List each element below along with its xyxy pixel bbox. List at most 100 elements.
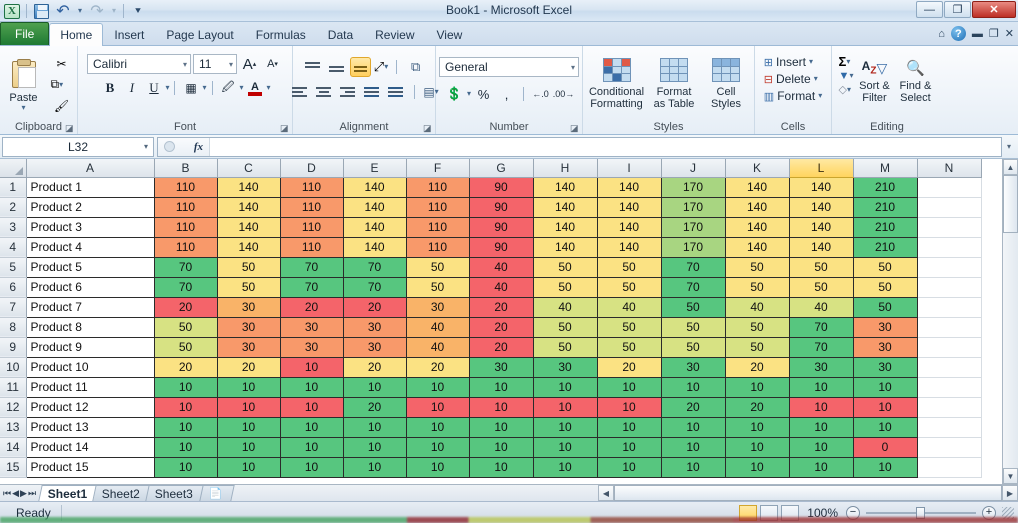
cell-g2[interactable]: 90: [468, 196, 534, 218]
column-header-m[interactable]: M: [853, 159, 918, 178]
clear-button[interactable]: ◇ ▾: [839, 83, 854, 96]
comma-style-button[interactable]: ,: [496, 84, 517, 104]
fill-color-dropdown-icon[interactable]: ▾: [240, 84, 244, 92]
cell-n6[interactable]: [917, 277, 982, 298]
cell-k15[interactable]: 10: [724, 456, 790, 478]
cell-b11[interactable]: 10: [153, 376, 218, 398]
cell-h14[interactable]: 10: [532, 436, 598, 458]
cell-k11[interactable]: 10: [724, 376, 790, 398]
cell-a9[interactable]: Product 9: [25, 336, 155, 358]
cell-m9[interactable]: 30: [852, 336, 918, 358]
cell-c9[interactable]: 30: [216, 336, 281, 358]
cell-c2[interactable]: 140: [216, 196, 281, 218]
cell-l8[interactable]: 70: [788, 316, 854, 338]
column-header-h[interactable]: H: [533, 159, 598, 178]
first-sheet-button[interactable]: ⏮: [3, 488, 11, 499]
cell-i4[interactable]: 140: [596, 236, 662, 258]
cell-c7[interactable]: 30: [216, 296, 281, 318]
row-header-10[interactable]: 10: [0, 357, 27, 378]
cell-k9[interactable]: 50: [724, 336, 790, 358]
row-header-6[interactable]: 6: [0, 277, 27, 298]
cell-j4[interactable]: 170: [660, 236, 726, 258]
find-select-button[interactable]: 🔍 Find & Select: [895, 54, 935, 104]
row-header-14[interactable]: 14: [0, 437, 27, 458]
cell-j15[interactable]: 10: [660, 456, 726, 478]
row-header-3[interactable]: 3: [0, 217, 27, 238]
cell-a13[interactable]: Product 13: [25, 416, 155, 438]
font-size-select[interactable]: 11 ▾: [193, 54, 237, 74]
cell-i1[interactable]: 140: [596, 176, 662, 198]
cell-l12[interactable]: 10: [788, 396, 854, 418]
format-cells-button[interactable]: ▥ Format ▾: [764, 89, 822, 103]
font-color-icon[interactable]: A: [245, 78, 266, 98]
cell-c3[interactable]: 140: [216, 216, 281, 238]
underline-dropdown-icon[interactable]: ▾: [165, 84, 169, 92]
cell-h15[interactable]: 10: [532, 456, 598, 478]
cell-i2[interactable]: 140: [596, 196, 662, 218]
format-as-table-button[interactable]: Format as Table: [648, 53, 700, 110]
cell-l11[interactable]: 10: [788, 376, 854, 398]
cell-c10[interactable]: 20: [216, 356, 281, 378]
cell-i3[interactable]: 140: [596, 216, 662, 238]
row-header-7[interactable]: 7: [0, 297, 27, 318]
row-header-12[interactable]: 12: [0, 397, 27, 418]
sort-filter-button[interactable]: AZ ▽ Sort & Filter: [855, 54, 893, 104]
cell-b3[interactable]: 110: [153, 216, 218, 238]
horizontal-scroll-thumb[interactable]: [614, 485, 1002, 501]
cell-d5[interactable]: 70: [279, 256, 344, 278]
cell-e11[interactable]: 10: [342, 376, 407, 398]
cell-k13[interactable]: 10: [724, 416, 790, 438]
cell-k2[interactable]: 140: [724, 196, 790, 218]
conditional-formatting-button[interactable]: Conditional Formatting: [589, 53, 644, 110]
row-header-4[interactable]: 4: [0, 237, 27, 258]
cell-k3[interactable]: 140: [724, 216, 790, 238]
orientation-icon[interactable]: ⤢ ▾: [374, 59, 388, 75]
cell-g12[interactable]: 10: [468, 396, 534, 418]
paste-button[interactable]: Paste ▾: [0, 58, 51, 112]
cell-a10[interactable]: Product 10: [25, 356, 155, 378]
cell-b14[interactable]: 10: [153, 436, 218, 458]
cell-n11[interactable]: [917, 377, 982, 398]
scroll-up-button[interactable]: ▲: [1003, 159, 1018, 175]
cancel-icon[interactable]: [164, 141, 175, 152]
prev-sheet-button[interactable]: ◀: [12, 488, 19, 499]
cell-d3[interactable]: 110: [279, 216, 344, 238]
cell-b2[interactable]: 110: [153, 196, 218, 218]
accounting-format-icon[interactable]: 💲: [444, 84, 465, 104]
cell-i12[interactable]: 10: [596, 396, 662, 418]
cell-g10[interactable]: 30: [468, 356, 534, 378]
restore-button[interactable]: ❐: [944, 1, 971, 18]
cell-i10[interactable]: 20: [596, 356, 662, 378]
cell-i11[interactable]: 10: [596, 376, 662, 398]
cell-m11[interactable]: 10: [852, 376, 918, 398]
cell-l1[interactable]: 140: [788, 176, 854, 198]
cell-f12[interactable]: 10: [405, 396, 470, 418]
cell-a11[interactable]: Product 11: [25, 376, 155, 398]
cell-b1[interactable]: 110: [153, 176, 218, 198]
increase-indent-icon[interactable]: [385, 82, 406, 102]
cell-c1[interactable]: 140: [216, 176, 281, 198]
cell-h12[interactable]: 10: [532, 396, 598, 418]
cell-n4[interactable]: [917, 237, 982, 258]
cell-e6[interactable]: 70: [342, 276, 407, 298]
horizontal-scrollbar[interactable]: ◀ ▶: [598, 485, 1018, 501]
vertical-scrollbar[interactable]: ▲ ▼: [1002, 159, 1018, 484]
column-header-k[interactable]: K: [725, 159, 790, 178]
cell-f2[interactable]: 110: [405, 196, 470, 218]
cell-g11[interactable]: 10: [468, 376, 534, 398]
tab-view[interactable]: View: [426, 23, 474, 45]
cell-h13[interactable]: 10: [532, 416, 598, 438]
cell-k5[interactable]: 50: [724, 256, 790, 278]
cell-g5[interactable]: 40: [468, 256, 534, 278]
cell-a1[interactable]: Product 1: [25, 176, 155, 198]
cell-a15[interactable]: Product 15: [25, 456, 155, 478]
cell-b5[interactable]: 70: [153, 256, 218, 278]
cell-h10[interactable]: 30: [532, 356, 598, 378]
row-header-2[interactable]: 2: [0, 197, 27, 218]
scroll-left-button[interactable]: ◀: [598, 485, 614, 501]
cell-e3[interactable]: 140: [342, 216, 407, 238]
cell-b12[interactable]: 10: [153, 396, 218, 418]
cell-b6[interactable]: 70: [153, 276, 218, 298]
cell-k8[interactable]: 50: [724, 316, 790, 338]
cell-j12[interactable]: 20: [660, 396, 726, 418]
